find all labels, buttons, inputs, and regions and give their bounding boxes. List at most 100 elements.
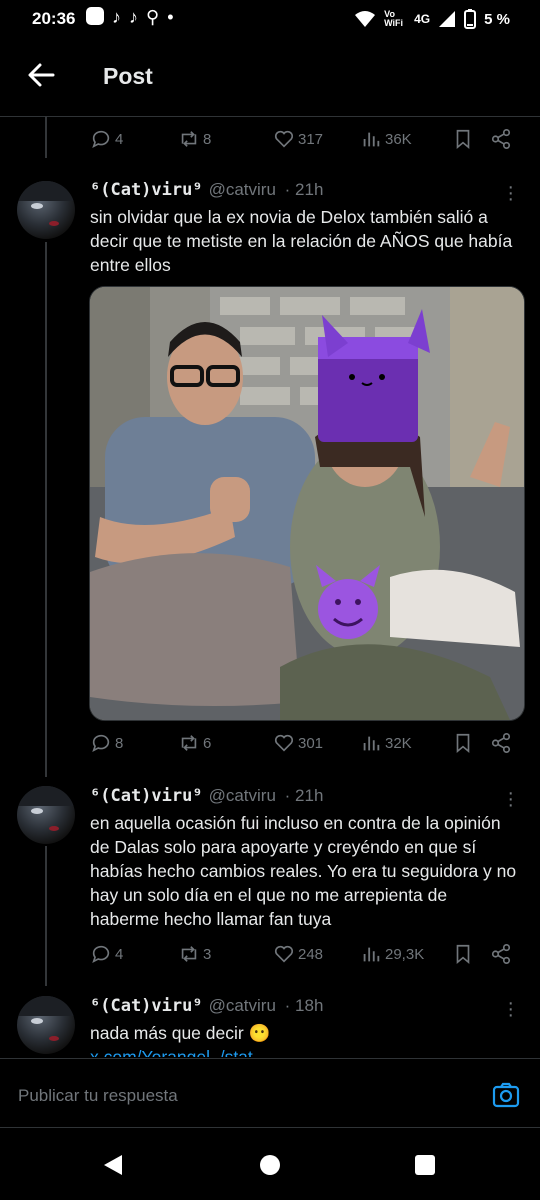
back-arrow-icon[interactable]: [26, 60, 56, 90]
views-icon: [363, 736, 380, 751]
action-row: 4 8 317 36K: [90, 128, 515, 154]
like-count: 301: [298, 734, 324, 752]
status-right: Vo WiFi 4G 5 %: [354, 9, 510, 29]
like-button[interactable]: 317: [273, 128, 323, 150]
bookmark-button[interactable]: [452, 732, 474, 754]
repost-count: 3: [203, 945, 212, 963]
display-name[interactable]: ⁶(Cat)viru⁹: [90, 786, 203, 806]
wifi-icon: [355, 11, 376, 27]
reply-button[interactable]: 4: [90, 128, 123, 150]
tweet-text-container: nada más que decir 😶: [90, 1021, 520, 1045]
tweet-text: sin olvidar que la ex novia de Delox tam…: [90, 207, 513, 275]
bookmark-icon: [456, 733, 470, 754]
like-button[interactable]: 248: [273, 943, 323, 965]
repost-count: 8: [203, 130, 212, 148]
signal-icon: [439, 11, 456, 27]
share-icon: [491, 944, 511, 964]
reply-count: 8: [115, 734, 124, 752]
nav-back-icon[interactable]: [102, 1154, 124, 1176]
more-options-icon[interactable]: · · ·: [507, 177, 514, 209]
repost-button[interactable]: 8: [178, 128, 211, 150]
battery-label: 5 %: [484, 10, 510, 28]
timestamp[interactable]: · 18h: [285, 996, 324, 1015]
more-options-icon[interactable]: · · ·: [507, 993, 514, 1025]
bookmark-button[interactable]: [452, 128, 474, 150]
repost-icon: [181, 131, 197, 147]
timestamp[interactable]: · 21h: [285, 786, 324, 805]
nav-recents-icon[interactable]: [414, 1154, 436, 1176]
avatar[interactable]: [17, 996, 75, 1054]
thread-line: [45, 116, 47, 158]
tweet-header: ⁶(Cat)viru⁹ @catviru · 21h: [90, 786, 323, 806]
repost-button[interactable]: 6: [178, 732, 211, 754]
location-icon: ⚲: [146, 7, 160, 27]
avatar[interactable]: [17, 181, 75, 239]
repost-button[interactable]: 3: [178, 943, 211, 965]
reply-button[interactable]: 8: [90, 732, 123, 754]
reply-icon: [92, 945, 110, 963]
tweet-text: nada más que decir: [90, 1023, 244, 1043]
repost-icon: [181, 946, 197, 962]
reply-count: 4: [115, 945, 124, 963]
notification-icons: ♪ ♪ ⚲ •: [86, 7, 174, 28]
views-count: 36K: [385, 130, 412, 148]
like-button[interactable]: 301: [273, 732, 323, 754]
views-button[interactable]: 29,3K: [360, 943, 424, 965]
handle[interactable]: @catviru: [209, 786, 276, 805]
views-count: 29,3K: [385, 945, 425, 963]
display-name[interactable]: ⁶(Cat)viru⁹: [90, 996, 203, 1016]
tweet-text: en aquella ocasión fui incluso en contra…: [90, 813, 517, 929]
status-time: 20:36: [32, 9, 76, 28]
nav-home-icon[interactable]: [259, 1154, 281, 1176]
thread-line: [45, 846, 47, 986]
heart-icon: [274, 945, 294, 963]
tweet-photo[interactable]: [89, 286, 525, 721]
views-button[interactable]: 32K: [360, 732, 412, 754]
system-nav-bar: [0, 1127, 540, 1200]
battery-icon: [464, 9, 477, 29]
app-notification-icon: [86, 7, 104, 25]
views-count: 32K: [385, 734, 412, 752]
action-row: 8 6 301 32K: [90, 732, 515, 758]
heart-icon: [274, 734, 294, 752]
like-count: 317: [298, 130, 324, 148]
views-button[interactable]: 36K: [360, 128, 412, 150]
tweet-header: ⁶(Cat)viru⁹ @catviru · 21h: [90, 180, 323, 200]
share-button[interactable]: [490, 943, 512, 965]
vowifi-label: Vo WiFi: [384, 9, 404, 28]
more-options-icon[interactable]: · · ·: [507, 783, 514, 815]
photo-image: [90, 287, 524, 720]
camera-icon[interactable]: [492, 1082, 520, 1108]
reply-button[interactable]: 4: [90, 943, 123, 965]
share-icon: [491, 129, 511, 149]
display-name[interactable]: ⁶(Cat)viru⁹: [90, 180, 203, 200]
reply-input[interactable]: Publicar tu respuesta: [18, 1086, 178, 1106]
reply-count: 4: [115, 130, 124, 148]
tweet-link[interactable]: x.com/Yorangel_/stat...: [90, 1045, 520, 1057]
share-button[interactable]: [490, 732, 512, 754]
bookmark-button[interactable]: [452, 943, 474, 965]
emoji: 😶: [248, 1023, 271, 1043]
reply-bar: Publicar tu respuesta: [0, 1058, 540, 1128]
avatar[interactable]: [17, 786, 75, 844]
repost-icon: [181, 735, 197, 751]
share-button[interactable]: [490, 128, 512, 150]
tiktok-icon: ♪: [129, 7, 138, 27]
timestamp[interactable]: · 21h: [285, 180, 324, 199]
bookmark-icon: [456, 129, 470, 150]
handle[interactable]: @catviru: [209, 180, 276, 199]
like-count: 248: [298, 945, 324, 963]
app-bar: Post: [0, 38, 540, 117]
reply-icon: [92, 734, 110, 752]
thread-line: [45, 242, 47, 777]
dot-icon: •: [167, 7, 174, 27]
share-icon: [491, 733, 511, 753]
bookmark-icon: [456, 944, 470, 965]
status-bar: 20:36 ♪ ♪ ⚲ • Vo WiFi 4G 5 %: [0, 0, 540, 38]
tiktok-icon: ♪: [112, 7, 121, 27]
repost-count: 6: [203, 734, 212, 752]
network-label: 4G: [414, 12, 431, 26]
page-title: Post: [103, 63, 153, 89]
handle[interactable]: @catviru: [209, 996, 276, 1015]
action-row: 4 3 248 29,3K: [90, 943, 515, 969]
